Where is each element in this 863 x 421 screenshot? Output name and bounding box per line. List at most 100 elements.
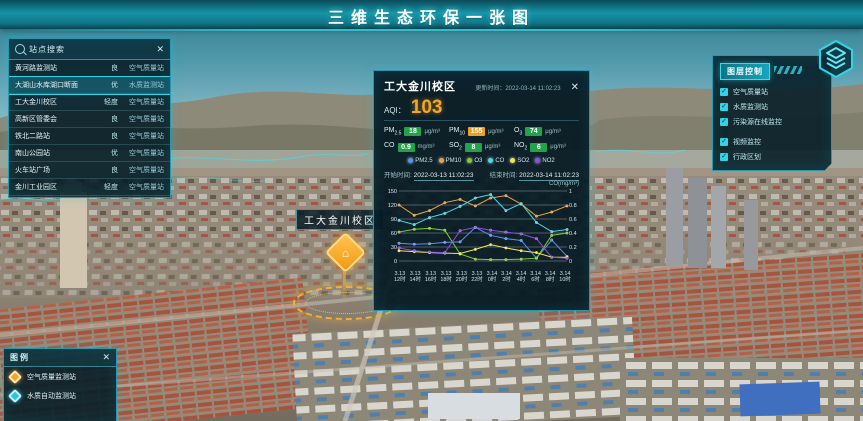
station-name: 火车站广场 — [15, 165, 96, 175]
search-icon — [15, 44, 25, 54]
close-icon[interactable]: ✕ — [571, 82, 579, 93]
checkbox-checked-icon[interactable]: ✓ — [720, 118, 728, 126]
station-level: 轻度 — [100, 182, 118, 192]
layer-toggle-item[interactable]: ✓ 视频监控 — [720, 137, 824, 147]
stripes-decoration — [774, 66, 802, 74]
pollutant-name: NO2 — [514, 142, 527, 151]
aqi-value: 103 — [411, 98, 443, 117]
pollutant-value-badge: 0.9 — [398, 143, 415, 152]
pollutant-name: PM2.5 — [384, 127, 401, 136]
station-list-item[interactable]: 黄河路监测站 良 空气质量站 — [9, 60, 170, 77]
station-level: 良 — [100, 131, 118, 141]
layer-control-panel: 图层控制 ✓ 空气质量站 ✓ 水质监测站 ✓ 污染源在线监控 ✓ 视频监控 ✓ … — [712, 55, 832, 171]
station-name: 南山公园站 — [15, 148, 96, 158]
station-list-item[interactable]: 铁北二路站 良 空气质量站 — [9, 128, 170, 145]
layer-label: 空气质量站 — [733, 87, 768, 97]
start-time-value[interactable]: 2022-03-13 11:02:23 — [414, 172, 474, 181]
layer-toggle-item[interactable]: ✓ 水质监测站 — [720, 102, 824, 112]
station-type: 空气质量站 — [122, 131, 164, 141]
svg-text:60: 60 — [391, 231, 397, 237]
map-legend-header: 图例 ✕ — [4, 349, 116, 367]
station-name: 工大金川校区 — [15, 97, 96, 107]
pollutant-unit: μg/m³ — [545, 129, 560, 135]
close-icon[interactable]: ✕ — [156, 45, 164, 54]
layer-list: ✓ 空气质量站 ✓ 水质监测站 ✓ 污染源在线监控 ✓ 视频监控 ✓ 行政区划 — [720, 87, 824, 162]
station-list-item[interactable]: 工大金川校区 轻度 空气质量站 — [9, 94, 170, 111]
svg-text:90: 90 — [391, 217, 397, 223]
station-list-item[interactable]: 大湖山水库湖口断面 优 水质监测站 — [9, 77, 170, 94]
x-axis-tick: 3.148时 — [545, 271, 556, 284]
layer-panel-title: 图层控制 — [720, 63, 770, 80]
end-time-label: 结束时间: — [490, 172, 518, 179]
pollutant-item: O3 74 μg/m³ — [514, 127, 579, 136]
pollutant-item: NO2 6 μg/m³ — [514, 142, 579, 151]
checkbox-checked-icon[interactable]: ✓ — [720, 88, 728, 96]
map-legend-panel: 图例 ✕ 空气质量监测站 水质自动监测站 — [3, 348, 117, 421]
detail-title: 工大金川校区 — [384, 78, 456, 94]
station-search-panel: 站点搜索 ✕ 黄河路监测站 良 空气质量站 大湖山水库湖口断面 优 水质监测站 … — [8, 38, 171, 198]
layers-hex-button[interactable] — [815, 38, 857, 80]
map-legend-label: 水质自动监测站 — [27, 391, 76, 401]
aqi-row: AQI： 103 — [384, 98, 579, 121]
station-type: 空气质量站 — [122, 114, 164, 124]
pollutant-name: CO — [384, 142, 395, 151]
layer-label: 视频监控 — [733, 137, 761, 147]
pollutant-value-badge: 74 — [525, 127, 542, 136]
station-list-item[interactable]: 南山公园站 优 空气质量站 — [9, 145, 170, 162]
end-time-value[interactable]: 2022-03-14 11:02:23 — [519, 172, 579, 181]
x-axis-tick: 3.1320时 — [456, 271, 468, 284]
pollutant-value-badge: 8 — [465, 143, 482, 152]
pollutant-value-badge: 155 — [468, 127, 485, 136]
chart-legend-item[interactable]: CO — [488, 158, 504, 164]
pollutant-name: PM10 — [449, 127, 465, 136]
x-axis-tick: 3.1410时 — [559, 271, 571, 284]
pollutant-unit: mg/m³ — [418, 144, 435, 150]
pollutant-value-badge: 18 — [404, 127, 421, 136]
station-detail-popup: 工大金川校区 更新时间：2022-03-14 11:02:23 ✕ AQI： 1… — [373, 70, 590, 311]
pollutant-item: SO2 8 μg/m³ — [449, 142, 514, 151]
station-type: 水质监测站 — [122, 80, 164, 90]
layer-label: 行政区划 — [733, 152, 761, 162]
legend-label: PM2.5 — [415, 158, 432, 164]
station-type: 空气质量站 — [122, 165, 164, 175]
station-list-item[interactable]: 金川工业园区 轻度 空气质量站 — [9, 179, 170, 196]
layer-toggle-item[interactable]: ✓ 污染源在线监控 — [720, 117, 824, 127]
legend-label: PM10 — [446, 158, 462, 164]
chart-legend-item[interactable]: O3 — [467, 158, 482, 164]
station-level: 良 — [100, 114, 118, 124]
station-name: 黄河路监测站 — [15, 63, 96, 73]
chart-legend-item[interactable]: PM2.5 — [408, 158, 432, 164]
station-diamond-icon — [8, 389, 22, 403]
layer-toggle-item[interactable]: ✓ 空气质量站 — [720, 87, 824, 97]
svg-text:0: 0 — [394, 259, 397, 265]
map-legend-label: 空气质量监测站 — [27, 372, 76, 382]
station-list-item[interactable]: 高新区管委会 良 空气质量站 — [9, 111, 170, 128]
svg-text:0.4: 0.4 — [569, 231, 577, 237]
station-level: 良 — [100, 165, 118, 175]
svg-text:0.8: 0.8 — [569, 203, 577, 209]
chart-legend-item[interactable]: SO2 — [510, 158, 529, 164]
layer-label: 水质监测站 — [733, 102, 768, 112]
legend-label: O3 — [474, 158, 482, 164]
station-list-item[interactable]: 火车站广场 良 空气质量站 — [9, 162, 170, 179]
map-legend-list: 空气质量监测站 水质自动监测站 — [4, 367, 116, 406]
svg-text:0: 0 — [569, 259, 572, 265]
map-marker-label[interactable]: 工大金川校区 — [296, 209, 384, 230]
checkbox-checked-icon[interactable]: ✓ — [720, 153, 728, 161]
pollutant-item: PM2.5 18 μg/m³ — [384, 127, 449, 136]
x-axis-tick: 3.1314时 — [409, 271, 421, 284]
svg-text:0.6: 0.6 — [569, 217, 577, 223]
chart-legend-item[interactable]: PM10 — [439, 158, 462, 164]
x-axis-tick: 3.144时 — [516, 271, 527, 284]
layer-toggle-item[interactable]: ✓ 行政区划 — [720, 152, 824, 162]
legend-label: SO2 — [517, 158, 529, 164]
checkbox-checked-icon[interactable]: ✓ — [720, 138, 728, 146]
chart-legend-item[interactable]: NO2 — [535, 158, 554, 164]
svg-text:30: 30 — [391, 245, 397, 251]
chart-x-axis: 3.1312时3.1314时3.1316时3.1318时3.1320时3.132… — [394, 271, 571, 284]
checkbox-checked-icon[interactable]: ✓ — [720, 103, 728, 111]
legend-dot-icon — [408, 158, 413, 163]
station-name: 铁北二路站 — [15, 131, 96, 141]
pollutant-grid: PM2.5 18 μg/m³ PM10 155 μg/m³ O3 74 μg/m… — [384, 127, 579, 152]
close-icon[interactable]: ✕ — [102, 353, 110, 362]
